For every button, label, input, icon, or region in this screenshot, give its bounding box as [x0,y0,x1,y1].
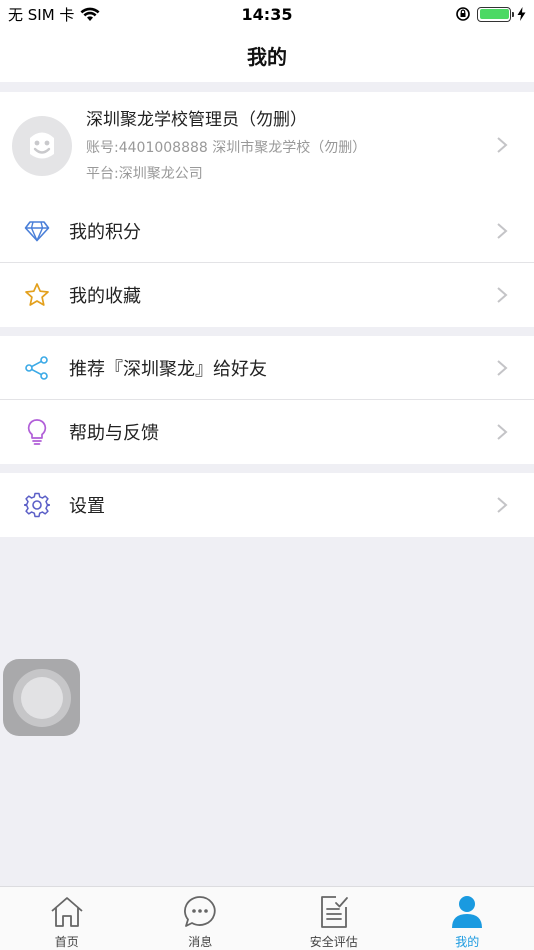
tab-mine[interactable]: 我的 [401,887,534,950]
tab-bar: 首页 消息 安全评估 我的 [0,886,534,950]
user-icon [452,895,483,928]
tab-label: 消息 [188,935,213,949]
menu-item-label: 我的收藏 [69,286,141,307]
share-icon [25,356,48,380]
avatar [12,116,72,176]
profile-name: 深圳聚龙学校管理员（勿删） [86,110,307,130]
menu-item-label: 帮助与反馈 [69,423,159,444]
menu-item-favorites[interactable]: 我的收藏 [0,263,534,327]
profile-account: 账号:4401008888 深圳市聚龙学校（勿删） [86,140,367,156]
menu-item-points[interactable]: 我的积分 [0,199,534,263]
status-time: 14:35 [241,4,293,24]
smiley-avatar-icon [30,132,54,159]
wifi-icon [80,7,100,21]
star-icon [25,283,49,306]
menu-item-share[interactable]: 推荐『深圳聚龙』给好友 [0,336,534,400]
page-title: 我的 [247,44,287,69]
status-bar: 无 SIM 卡 14:35 [0,0,534,28]
carrier-label: 无 SIM 卡 [8,5,75,24]
assessment-icon [320,895,348,928]
charging-icon [517,7,526,21]
tab-messages[interactable]: 消息 [134,887,268,950]
profile-card[interactable]: 深圳聚龙学校管理员（勿删） 账号:4401008888 深圳市聚龙学校（勿删） … [0,92,534,200]
assistive-touch-button[interactable] [3,659,80,736]
nav-bar: 我的 [0,28,534,82]
menu-item-label: 我的积分 [69,222,141,243]
tab-home[interactable]: 首页 [0,887,134,950]
chevron-right-icon [497,360,508,376]
profile-platform: 平台:深圳聚龙公司 [86,166,203,182]
menu-item-label: 推荐『深圳聚龙』给好友 [69,359,267,380]
chevron-right-icon [497,497,508,513]
lightbulb-icon [27,419,47,445]
menu-item-help-feedback[interactable]: 帮助与反馈 [0,400,534,464]
tab-safety-assessment[interactable]: 安全评估 [267,887,401,950]
chevron-right-icon [497,287,508,303]
message-icon [184,895,216,927]
tab-label: 首页 [54,935,79,949]
menu-item-settings[interactable]: 设置 [0,473,534,537]
tab-label: 我的 [455,935,480,949]
gear-icon [24,492,50,518]
home-icon [51,896,83,927]
tab-label: 安全评估 [309,935,358,949]
menu-item-label: 设置 [69,496,105,517]
orientation-lock-icon [456,7,470,21]
diamond-icon [24,221,50,242]
chevron-right-icon [497,137,508,153]
chevron-right-icon [497,424,508,440]
battery-icon [477,6,514,22]
chevron-right-icon [497,223,508,239]
